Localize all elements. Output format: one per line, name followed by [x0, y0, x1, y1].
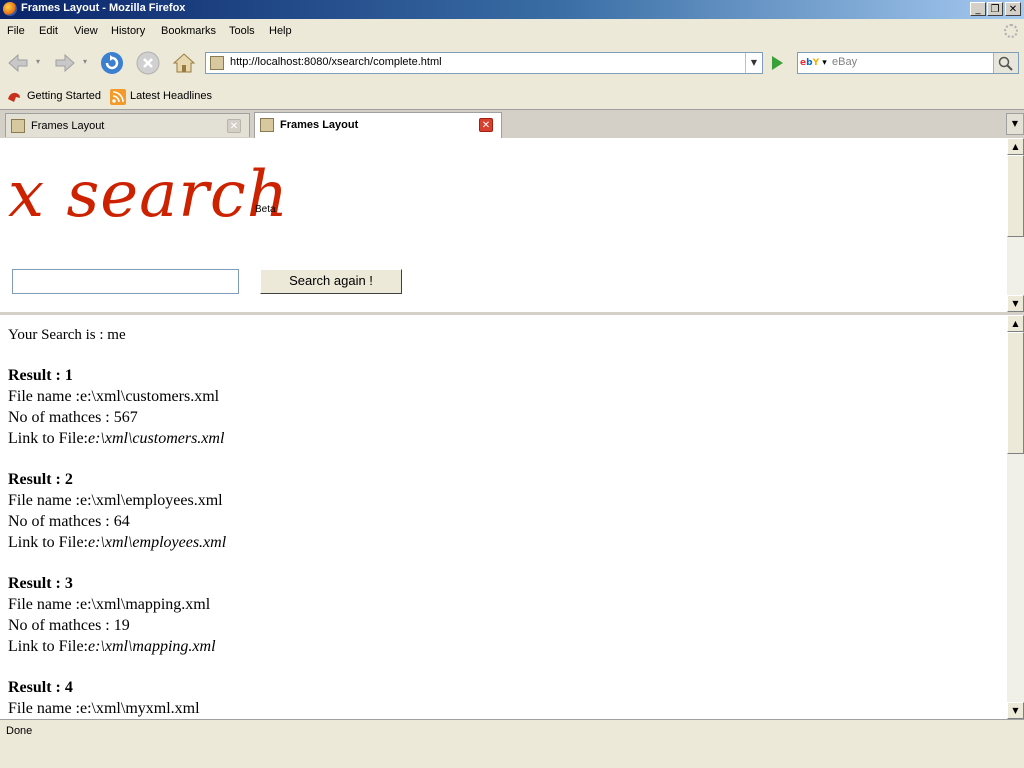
go-arrow-icon[interactable] [767, 53, 787, 73]
tab-favicon-icon [260, 118, 274, 132]
tab-close-icon[interactable]: ✕ [479, 118, 493, 132]
title-bar: Frames Layout - Mozilla Firefox _ ❐ ✕ [0, 0, 1024, 19]
throbber-icon [1004, 24, 1018, 38]
tab-frames-layout-1[interactable]: Frames Layout ✕ [5, 113, 250, 137]
result-item: Result : 4 File name :e:\xml\myxml.xml [8, 677, 226, 719]
scroll-down-arrow-icon[interactable]: ▼ [1007, 295, 1024, 312]
result-link-label: Link to File: [8, 638, 88, 655]
menu-help[interactable]: Help [269, 25, 292, 37]
url-text: http://localhost:8080/xsearch/complete.h… [230, 56, 442, 68]
forward-history-dropdown[interactable]: ▾ [83, 57, 87, 66]
rss-feed-icon [110, 89, 126, 105]
result-file-name: File name :e:\xml\employees.xml [8, 492, 223, 509]
reload-icon[interactable] [99, 50, 125, 76]
back-history-dropdown[interactable]: ▾ [36, 57, 40, 66]
result-match-count: No of mathces : 567 [8, 409, 138, 426]
menu-edit[interactable]: Edit [39, 25, 58, 37]
bookmark-getting-started[interactable]: Getting Started [27, 90, 101, 102]
search-icon[interactable] [993, 53, 1018, 73]
back-arrow-icon[interactable] [5, 50, 31, 76]
menu-file[interactable]: File [7, 25, 25, 37]
search-query-line: Your Search is : me [8, 327, 126, 343]
result-file-link[interactable]: e:\xml\customers.xml [88, 430, 224, 447]
result-match-count: No of mathces : 64 [8, 513, 130, 530]
search-box[interactable]: ebY ▾ eBay [797, 52, 1019, 74]
menu-bookmarks[interactable]: Bookmarks [161, 25, 216, 37]
result-item: Result : 3 File name :e:\xml\mapping.xml… [8, 573, 226, 657]
search-again-button[interactable]: Search again ! [260, 269, 402, 294]
menu-history[interactable]: History [111, 25, 145, 37]
result-file-link[interactable]: e:\xml\employees.xml [88, 534, 226, 551]
home-icon[interactable] [171, 50, 197, 76]
result-file-name: File name :e:\xml\customers.xml [8, 388, 220, 405]
result-item: Result : 2 File name :e:\xml\employees.x… [8, 469, 226, 553]
navigation-toolbar: ▾ ▾ http://localhost:8080/xsearch/comple… [0, 43, 1024, 83]
result-file-link[interactable]: e:\xml\mapping.xml [88, 638, 216, 655]
result-file-name: File name :e:\xml\myxml.xml [8, 700, 200, 717]
window-title: Frames Layout - Mozilla Firefox [21, 2, 186, 14]
search-placeholder: eBay [832, 56, 858, 68]
result-file-name: File name :e:\xml\mapping.xml [8, 596, 211, 613]
page-favicon-icon [210, 56, 224, 70]
bookmark-latest-headlines[interactable]: Latest Headlines [130, 90, 212, 102]
scroll-thumb[interactable] [1007, 155, 1024, 237]
menu-view[interactable]: View [74, 25, 98, 37]
top-frame: x search Beta Search again ! ▲ ▼ [0, 138, 1024, 315]
forward-arrow-icon[interactable] [52, 50, 78, 76]
tab-label: Frames Layout [31, 120, 105, 132]
result-heading: Result : 1 [8, 367, 73, 384]
menu-bar: File Edit View History Bookmarks Tools H… [0, 21, 1024, 43]
top-frame-scrollbar[interactable]: ▲ ▼ [1007, 138, 1024, 312]
ebay-engine-icon[interactable]: ebY ▾ [800, 55, 830, 71]
result-link-label: Link to File: [8, 534, 88, 551]
bookmarks-toolbar: Getting Started Latest Headlines [0, 85, 1024, 109]
tab-favicon-icon [11, 119, 25, 133]
results-content: Your Search is : me Result : 1 File name… [8, 325, 226, 719]
tab-frames-layout-2[interactable]: Frames Layout ✕ [254, 112, 502, 138]
firefox-icon [3, 2, 17, 16]
results-frame: Your Search is : me Result : 1 File name… [0, 315, 1024, 719]
tab-list-dropdown-icon[interactable]: ▼ [1006, 113, 1024, 135]
close-button[interactable]: ✕ [1005, 2, 1021, 16]
minimize-button[interactable]: _ [970, 2, 986, 16]
status-text: Done [6, 725, 33, 737]
beta-label: Beta [255, 204, 276, 215]
tab-close-icon[interactable]: ✕ [227, 119, 241, 133]
window-bottom-edge [0, 742, 1024, 768]
tab-label: Frames Layout [280, 119, 359, 131]
scroll-down-arrow-icon[interactable]: ▼ [1007, 702, 1024, 719]
restore-button[interactable]: ❐ [987, 2, 1003, 16]
result-match-count: No of mathces : 19 [8, 617, 130, 634]
search-input[interactable] [12, 269, 239, 294]
tab-bar: Frames Layout ✕ Frames Layout ✕ ▼ [0, 109, 1024, 138]
scroll-thumb[interactable] [1007, 332, 1024, 454]
menu-tools[interactable]: Tools [229, 25, 255, 37]
stop-icon[interactable] [135, 50, 161, 76]
result-item: Result : 1 File name :e:\xml\customers.x… [8, 365, 226, 449]
result-heading: Result : 3 [8, 575, 73, 592]
result-link-label: Link to File: [8, 430, 88, 447]
getting-started-icon [8, 92, 20, 102]
url-bar[interactable]: http://localhost:8080/xsearch/complete.h… [205, 52, 763, 74]
x-search-logo: x search [8, 158, 289, 232]
scroll-up-arrow-icon[interactable]: ▲ [1007, 315, 1024, 332]
results-frame-scrollbar[interactable]: ▲ ▼ [1007, 315, 1024, 719]
result-heading: Result : 2 [8, 471, 73, 488]
scroll-up-arrow-icon[interactable]: ▲ [1007, 138, 1024, 155]
result-heading: Result : 4 [8, 679, 73, 696]
url-dropdown-icon[interactable]: ▼ [745, 53, 762, 73]
status-bar: Done [0, 719, 1024, 743]
